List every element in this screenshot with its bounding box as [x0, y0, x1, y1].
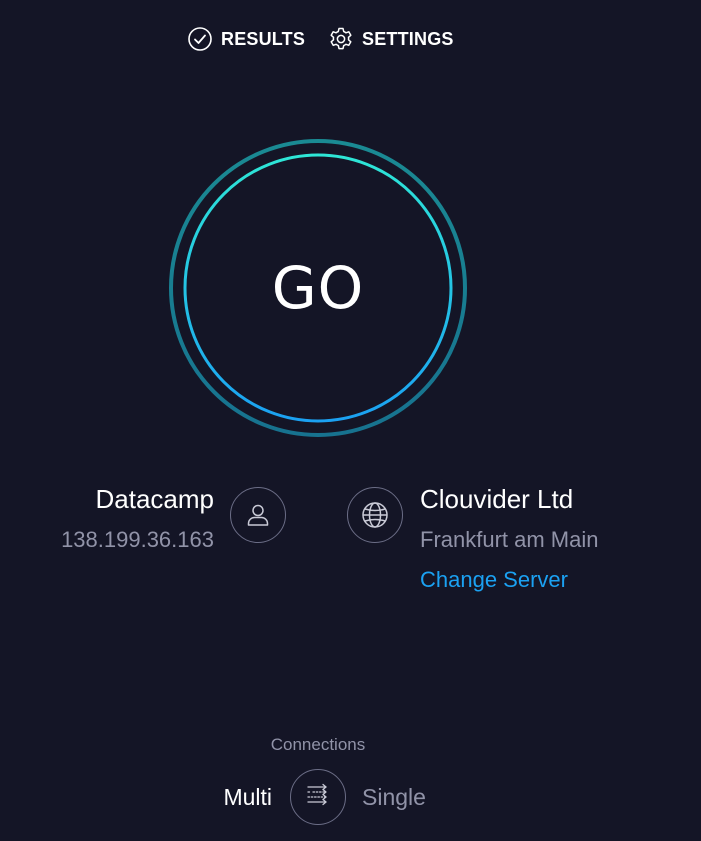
check-circle-icon — [187, 26, 213, 52]
settings-label: SETTINGS — [362, 28, 454, 49]
isp-name: Datacamp — [95, 484, 215, 514]
go-label: GO — [271, 254, 365, 322]
connections-single-option[interactable]: Single — [362, 784, 426, 811]
gear-icon — [328, 26, 354, 52]
connections-title: Connections — [270, 735, 366, 754]
connections-multi-option[interactable]: Multi — [223, 784, 272, 811]
server-location: Frankfurt am Main — [420, 527, 599, 552]
user-icon — [230, 487, 286, 543]
change-server-link[interactable]: Change Server — [420, 567, 568, 593]
go-button[interactable]: GO — [167, 137, 469, 439]
server-name: Clouvider Ltd — [420, 484, 574, 514]
results-nav-button[interactable]: RESULTS — [187, 24, 305, 54]
globe-icon — [347, 487, 403, 543]
results-label: RESULTS — [221, 28, 306, 49]
connections-toggle[interactable] — [290, 769, 346, 825]
settings-nav-button[interactable]: SETTINGS — [328, 24, 454, 54]
multi-connection-icon — [303, 780, 333, 815]
isp-ip-address: 138.199.36.163 — [61, 527, 214, 552]
